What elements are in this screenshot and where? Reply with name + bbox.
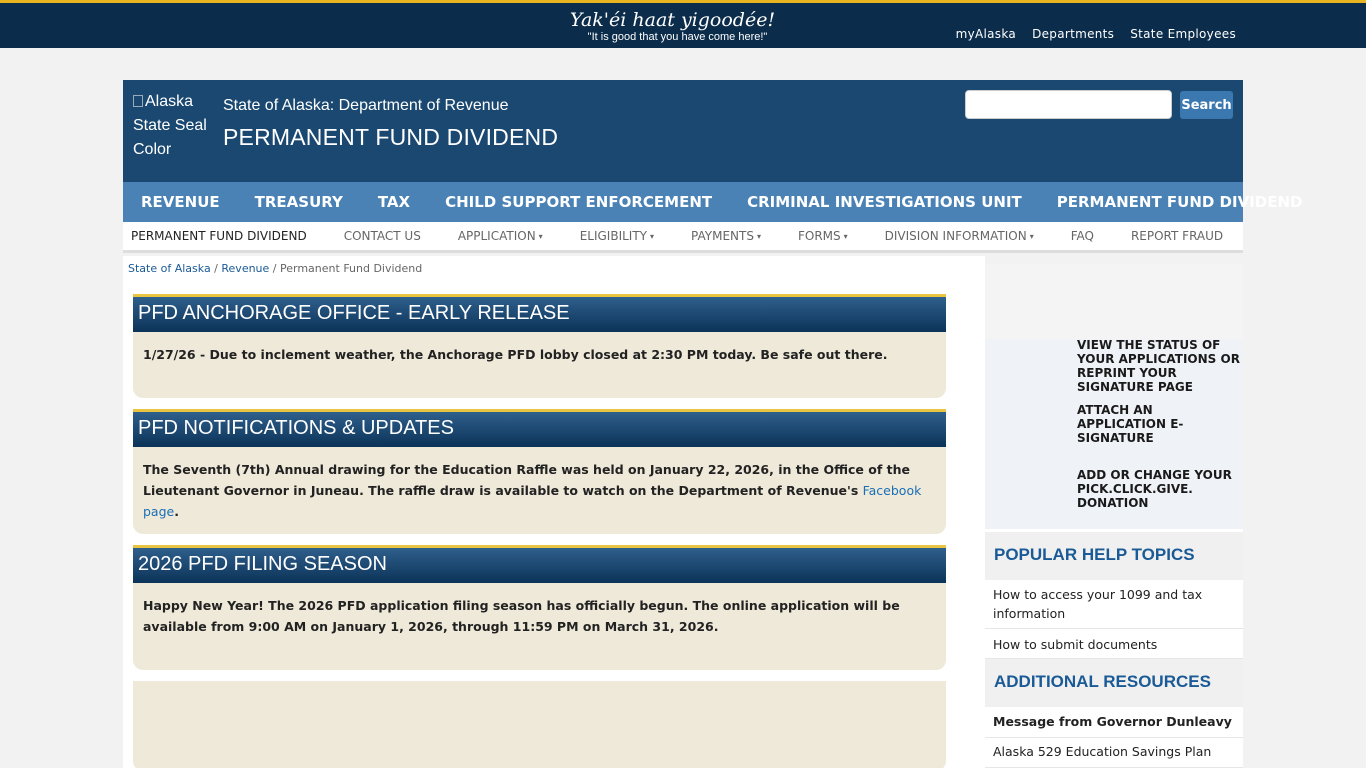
card-body: Happy New Year! The 2026 PFD application… (143, 598, 900, 634)
nav-child-support[interactable]: CHILD SUPPORT ENFORCEMENT (445, 193, 712, 211)
quick-links-panel: VIEW THE STATUS OF YOUR APPLICATIONS OR … (985, 264, 1243, 529)
main-content: State of Alaska / Revenue / Permanent Fu… (123, 256, 985, 768)
card-text: The Seventh (7th) Annual drawing for the… (143, 462, 910, 498)
subnav-eligibility[interactable]: ELIGIBILITY ▾ (580, 229, 654, 243)
subnav-application[interactable]: APPLICATION ▾ (458, 229, 543, 243)
resource-governor-message[interactable]: Message from Governor Dunleavy (985, 712, 1243, 738)
card-body: 1/27/26 - Due to inclement weather, the … (143, 347, 888, 362)
nav-pfd[interactable]: PERMANENT FUND DIVIDEND (1057, 193, 1303, 211)
breadcrumb-separator: / (269, 262, 280, 275)
breadcrumb-state[interactable]: State of Alaska (128, 262, 211, 275)
subnav-division-info-label: DIVISION INFORMATION (884, 229, 1027, 243)
caret-down-icon: ▾ (650, 232, 655, 241)
caret-down-icon: ▾ (843, 232, 848, 241)
breadcrumb-revenue[interactable]: Revenue (221, 262, 269, 275)
main-nav: REVENUE TREASURY TAX CHILD SUPPORT ENFOR… (123, 182, 1302, 222)
myalaska-link[interactable]: myAlaska (956, 27, 1016, 41)
card-title: PFD ANCHORAGE OFFICE - EARLY RELEASE (133, 294, 946, 332)
state-employees-link[interactable]: State Employees (1130, 27, 1236, 41)
quick-links-image-area (985, 264, 1243, 339)
top-links: myAlaska Departments State Employees (956, 27, 1236, 41)
announcement-card: PFD NOTIFICATIONS & UPDATES The Seventh … (133, 409, 946, 534)
welcome-text: Yak'éi haat yigoodée! (569, 9, 776, 31)
department-title[interactable]: State of Alaska: Department of Revenue (223, 97, 509, 115)
announcement-card: PFD ANCHORAGE OFFICE - EARLY RELEASE 1/2… (133, 294, 946, 398)
search-button[interactable]: Search (1180, 91, 1233, 119)
help-topic-submit-documents[interactable]: How to submit documents (985, 635, 1243, 659)
empty-card (133, 681, 946, 768)
subnav-division-info[interactable]: DIVISION INFORMATION ▾ (885, 229, 1034, 243)
additional-resources-heading: ADDITIONAL RESOURCES (985, 659, 1243, 707)
division-title[interactable]: PERMANENT FUND DIVIDEND (223, 124, 558, 151)
nav-revenue[interactable]: REVENUE (141, 193, 220, 211)
card-text-end: . (174, 504, 179, 519)
state-seal-alt-text: Alaska State Seal Color (133, 93, 207, 158)
site-header: Alaska State Seal Color State of Alaska:… (123, 80, 1243, 182)
breadcrumb-current: Permanent Fund Dividend (280, 262, 423, 275)
announcement-card: 2026 PFD FILING SEASON Happy New Year! T… (133, 545, 946, 670)
subnav-forms[interactable]: FORMS ▾ (798, 229, 848, 243)
card-title: 2026 PFD FILING SEASON (133, 545, 946, 583)
quick-link-pick-click-give[interactable]: ADD OR CHANGE YOUR PICK.CLICK.GIVE. DONA… (1077, 468, 1243, 510)
subnav-payments[interactable]: PAYMENTS ▾ (691, 229, 761, 243)
subnav-faq[interactable]: FAQ (1071, 229, 1094, 243)
nav-tax[interactable]: TAX (378, 193, 410, 211)
resource-529-plan[interactable]: Alaska 529 Education Savings Plan (985, 742, 1243, 768)
nav-treasury[interactable]: TREASURY (255, 193, 343, 211)
caret-down-icon: ▾ (756, 232, 761, 241)
state-banner: Yak'éi haat yigoodée! "It is good that y… (0, 0, 1366, 48)
help-topic-1099[interactable]: How to access your 1099 and tax informat… (985, 585, 1243, 629)
subnav-pfd[interactable]: PERMANENT FUND DIVIDEND (131, 229, 307, 243)
subnav-forms-label: FORMS (797, 229, 841, 243)
caret-down-icon: ▾ (538, 232, 543, 241)
departments-link[interactable]: Departments (1032, 27, 1114, 41)
subnav-payments-label: PAYMENTS (691, 229, 754, 243)
subnav-contact[interactable]: CONTACT US (344, 229, 421, 243)
state-seal-image[interactable]: Alaska State Seal Color (133, 90, 213, 162)
quick-link-e-signature[interactable]: ATTACH AN APPLICATION E-SIGNATURE (1077, 403, 1243, 445)
card-title: PFD NOTIFICATIONS & UPDATES (133, 409, 946, 447)
quick-link-application-status[interactable]: VIEW THE STATUS OF YOUR APPLICATIONS OR … (1077, 338, 1243, 394)
search-input[interactable] (965, 90, 1172, 119)
welcome-message: Yak'éi haat yigoodée! "It is good that y… (560, 9, 785, 44)
subnav-application-label: APPLICATION (457, 229, 536, 243)
sub-nav: PERMANENT FUND DIVIDEND CONTACT US APPLI… (123, 222, 1243, 253)
subnav-report-fraud[interactable]: REPORT FRAUD (1131, 229, 1223, 243)
right-sidebar: VIEW THE STATUS OF YOUR APPLICATIONS OR … (985, 264, 1243, 768)
nav-criminal-investigations[interactable]: CRIMINAL INVESTIGATIONS UNIT (747, 193, 1022, 211)
breadcrumb: State of Alaska / Revenue / Permanent Fu… (128, 262, 422, 275)
caret-down-icon: ▾ (1029, 232, 1034, 241)
welcome-tagline: "It is good that you have come here!" (587, 31, 768, 43)
popular-help-topics-heading: POPULAR HELP TOPICS (985, 532, 1243, 580)
subnav-eligibility-label: ELIGIBILITY (579, 229, 647, 243)
broken-image-icon (133, 95, 143, 107)
breadcrumb-separator: / (210, 262, 222, 275)
card-body: The Seventh (7th) Annual drawing for the… (133, 447, 946, 522)
